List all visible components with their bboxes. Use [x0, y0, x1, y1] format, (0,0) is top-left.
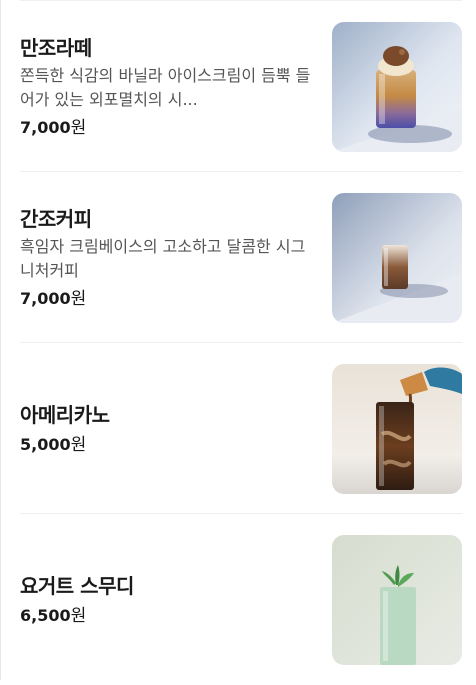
menu-item-name: 아메리카노 — [20, 402, 110, 427]
menu-item[interactable]: 요거트 스무디 6,500원 — [20, 514, 462, 685]
menu-item-name: 요거트 스무디 — [20, 573, 134, 598]
price-currency: 원 — [70, 288, 87, 309]
price-value: 7,000 — [20, 117, 71, 137]
menu-item-image[interactable] — [332, 193, 462, 323]
price-value: 6,500 — [20, 605, 71, 625]
menu-item-image[interactable] — [332, 364, 462, 494]
price-value: 5,000 — [20, 434, 71, 454]
menu-item-name: 만조라떼 — [20, 35, 92, 60]
menu-item-text: 만조라떼 쫀득한 식감의 바닐라 아이스크림이 듬뿍 들어가 있는 외포멸치의 … — [20, 1, 320, 172]
menu-item-description: 쫀득한 식감의 바닐라 아이스크림이 듬뿍 들어가 있는 외포멸치의 시... — [20, 65, 311, 109]
price-currency: 원 — [70, 434, 87, 455]
menu-item-image[interactable] — [332, 22, 462, 152]
menu-item[interactable]: 만조라떼 쫀득한 식감의 바닐라 아이스크림이 듬뿍 들어가 있는 외포멸치의 … — [20, 1, 462, 172]
price-value: 7,000 — [20, 288, 71, 308]
menu-item[interactable]: 아메리카노 5,000원 — [20, 343, 462, 514]
menu-item-price: 5,000원 — [20, 433, 320, 457]
menu-item-price: 7,000원 — [20, 116, 320, 140]
price-currency: 원 — [70, 117, 87, 138]
menu-item-description: 흑임자 크림베이스의 고소하고 달콤한 시그니처커피 — [20, 236, 306, 280]
price-currency: 원 — [70, 605, 87, 626]
menu-item[interactable]: 간조커피 흑임자 크림베이스의 고소하고 달콤한 시그니처커피 7,000원 — [20, 172, 462, 343]
menu-item-price: 7,000원 — [20, 287, 320, 311]
menu-item-name: 간조커피 — [20, 206, 92, 231]
menu-item-price: 6,500원 — [20, 604, 320, 628]
menu-item-image[interactable] — [332, 535, 462, 665]
menu-list: 만조라떼 쫀득한 식감의 바닐라 아이스크림이 듬뿍 들어가 있는 외포멸치의 … — [20, 0, 462, 685]
menu-item-text: 요거트 스무디 6,500원 — [20, 514, 320, 685]
left-border — [0, 0, 1, 680]
menu-item-text: 간조커피 흑임자 크림베이스의 고소하고 달콤한 시그니처커피 7,000원 — [20, 172, 320, 343]
menu-item-text: 아메리카노 5,000원 — [20, 343, 320, 514]
